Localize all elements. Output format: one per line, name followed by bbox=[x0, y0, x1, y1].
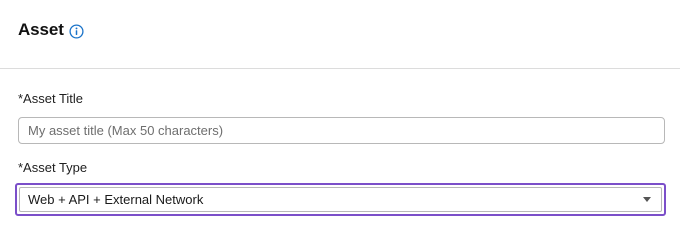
title-row: Asset bbox=[18, 20, 84, 40]
asset-type-label: *Asset Type bbox=[18, 160, 88, 175]
info-icon[interactable] bbox=[69, 24, 84, 39]
asset-type-select[interactable]: Web + API + External Network bbox=[15, 183, 666, 216]
panel-header: Asset bbox=[0, 0, 680, 69]
page-title: Asset bbox=[18, 20, 64, 39]
asset-type-select-inner: Web + API + External Network bbox=[19, 187, 662, 212]
chevron-down-icon[interactable] bbox=[643, 197, 651, 202]
asset-type-selected-value: Web + API + External Network bbox=[28, 192, 204, 207]
asset-panel: Asset *Asset Title *Asset Type Web + API… bbox=[0, 0, 680, 227]
asset-title-input[interactable] bbox=[18, 117, 665, 144]
asset-title-label: *Asset Title bbox=[18, 91, 84, 106]
